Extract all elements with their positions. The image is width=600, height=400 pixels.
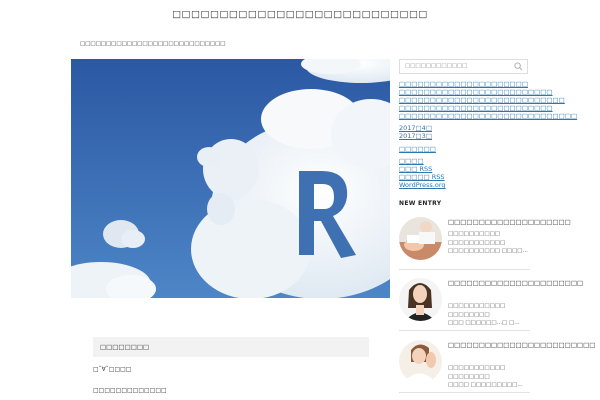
sidebar-link[interactable]: □□□□□□□□□□□□□□□□□□□□□□□□□: [399, 104, 577, 112]
site-tagline: □□□□□□□□□□□□□□□□□□□□□□□□□□□□: [80, 41, 226, 47]
entry-divider: [399, 330, 530, 331]
content-heading-box: □□□□□□□□: [93, 337, 369, 357]
meta-link[interactable]: □□□□□ RSS: [399, 173, 446, 181]
new-entry-heading: NEW ENTRY: [399, 200, 442, 207]
site-title[interactable]: □□□□□□□□□□□□□□□□□□□□□□□□□□□: [0, 9, 600, 20]
entry-divider: [399, 269, 530, 270]
entry-thumbnail[interactable]: [399, 278, 442, 321]
meta-link[interactable]: □□□ RSS: [399, 165, 446, 173]
sidebar-recent-posts: □□□□□□□□□□□□□□□□□□□□□ □□□□□□□□□□□□□□□□□□…: [399, 80, 577, 120]
excerpt-line: □□□□ □□□□□□□□□…: [448, 382, 523, 388]
search-icon[interactable]: [514, 62, 523, 71]
entry-title[interactable]: □□□□□□□□□□□□□□□□□□□□□□□□: [448, 340, 595, 350]
sidebar-link[interactable]: □□□□□□□□□□□□□□□□□□□□□: [399, 80, 577, 88]
entry-title[interactable]: □□□□□□□□□□□□□□□□□□□□□□: [448, 278, 583, 288]
entry-excerpt: □□□□□□□□□□ □□□□□□□□□□□ □□□□□□□□□□ □□□□…: [448, 230, 530, 256]
sidebar-categories: □□□□□□: [399, 145, 436, 153]
archive-link[interactable]: 2017□3□: [399, 132, 432, 140]
sidebar-link[interactable]: □□□□□□□□□□□□□□□□□□□□□□□□□□□□□: [399, 112, 577, 120]
sidebar-link[interactable]: □□□□□□□□□□□□□□□□□□□□□□□□□: [399, 88, 577, 96]
excerpt-line: □□□□□□□□□□□ □□□□□□□□: [448, 365, 506, 380]
entry-excerpt: □□□□□□□□□□□ □□□□□□□□ □□□ □□□□□□…□ □…: [448, 302, 530, 328]
entry-thumbnail[interactable]: [399, 217, 442, 260]
entry-excerpt: □□□□□□□□□□□ □□□□□□□□ □□□□ □□□□□□□□□…: [448, 364, 530, 390]
meta-link[interactable]: □□□□: [399, 157, 446, 165]
content-paragraph: □ˇ∀ˇ□□□□: [93, 366, 132, 373]
sidebar-meta: □□□□ □□□ RSS □□□□□ RSS WordPress.org: [399, 157, 446, 189]
category-link[interactable]: □□□□□□: [399, 145, 436, 153]
excerpt-line: □□□ □□□□□□…□ □…: [448, 320, 520, 326]
excerpt-line: □□□□□□□□□□ □□□□□□□□□□□: [448, 231, 506, 246]
meta-link[interactable]: WordPress.org: [399, 181, 446, 189]
search-placeholder: □□□□□□□□□□□□: [405, 63, 468, 69]
entry-thumbnail[interactable]: [399, 340, 442, 383]
hero-image: [71, 59, 390, 298]
excerpt-line: □□□□□□□□□□ □□□□…: [448, 248, 528, 254]
archive-link[interactable]: 2017□4□: [399, 124, 432, 132]
sidebar-archives: 2017□4□ 2017□3□: [399, 124, 432, 140]
content-paragraph: □□□□□□□□□□□□□: [93, 387, 167, 394]
search-input[interactable]: □□□□□□□□□□□□: [399, 59, 528, 74]
sidebar-link[interactable]: □□□□□□□□□□□□□□□□□□□□□□□□□□□: [399, 96, 577, 104]
excerpt-line: □□□□□□□□□□□ □□□□□□□□: [448, 303, 506, 318]
entry-title[interactable]: □□□□□□□□□□□□□□□□□□□□: [448, 217, 571, 227]
entry-divider: [399, 392, 530, 393]
